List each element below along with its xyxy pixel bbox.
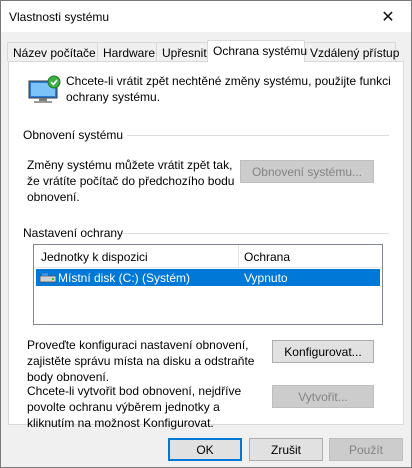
system-protection-icon [28, 75, 61, 103]
configure-description: Proveďte konfiguraci nastavení obnovení,… [27, 338, 255, 384]
configure-button[interactable]: Konfigurovat... [272, 340, 374, 363]
drive-row[interactable]: Místní disk (C:) (Systém) Vypnuto [36, 269, 380, 286]
tab-advanced[interactable]: Upřesnit [156, 42, 208, 61]
list-header: Jednotky k dispozici Ochrana [34, 245, 382, 268]
restore-group-label: Obnovení systému [23, 128, 128, 142]
tab-remote[interactable]: Vzdálený přístup [304, 42, 399, 61]
create-description: Chcete-li vytvořit bod obnovení, nejdřív… [27, 384, 242, 430]
column-header-protection[interactable]: Ochrana [244, 250, 290, 264]
create-button[interactable]: Vytvořit... [272, 385, 374, 408]
close-button[interactable]: ✕ [365, 1, 411, 32]
protection-group-divider [122, 233, 389, 234]
drive-name: Místní disk (C:) (Systém) [58, 271, 191, 285]
column-separator[interactable] [238, 245, 239, 267]
apply-button[interactable]: Použít [329, 438, 403, 461]
drives-list[interactable]: Jednotky k dispozici Ochrana Místní disk… [33, 244, 383, 325]
window-title: Vlastnosti systému [9, 10, 110, 24]
system-restore-button[interactable]: Obnovení systému... [240, 160, 374, 183]
intro-text: Chcete-li vrátit zpět nechtěné změny sys… [66, 74, 391, 104]
restore-description: Změny systému můžete vrátit zpět tak, že… [27, 158, 235, 204]
tab-computer-name[interactable]: Název počítače [7, 42, 98, 61]
drive-protection-status: Vypnuto [244, 271, 288, 285]
hard-drive-icon [40, 273, 56, 283]
system-properties-window: Vlastnosti systému ✕ Název počítače Hard… [0, 0, 412, 468]
protection-group-label: Nastavení ochrany [23, 226, 128, 240]
system-protection-panel: Chcete-li vrátit zpět nechtěné změny sys… [8, 61, 404, 430]
restore-group-divider [127, 135, 389, 136]
tab-hardware[interactable]: Hardware [97, 42, 157, 61]
column-header-drives[interactable]: Jednotky k dispozici [41, 250, 148, 264]
ok-button[interactable]: OK [168, 438, 242, 461]
tab-strip: Název počítače Hardware Upřesnit Ochrana… [7, 40, 407, 62]
close-icon: ✕ [381, 8, 395, 26]
cancel-button[interactable]: Zrušit [249, 438, 323, 461]
tab-system-protection[interactable]: Ochrana systému [207, 40, 307, 62]
title-bar[interactable]: Vlastnosti systému ✕ [1, 1, 411, 32]
